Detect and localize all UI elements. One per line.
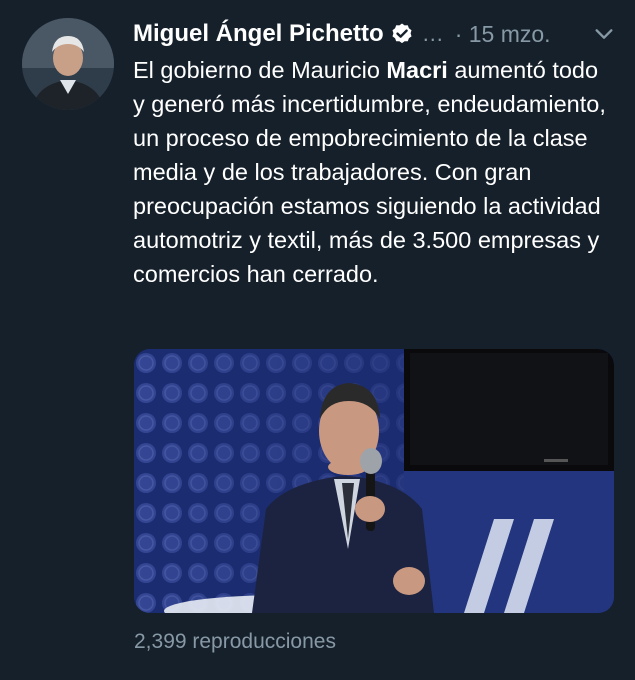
tweet-header: Miguel Ángel Pichetto … · 15 mzo. bbox=[133, 16, 615, 52]
tweet-text-part-2: aumentó todo y generó más incertidumbre,… bbox=[133, 57, 606, 287]
avatar-photo bbox=[22, 18, 114, 110]
tweet-date[interactable]: · 15 mzo. bbox=[455, 21, 551, 48]
more-glyph: … bbox=[421, 21, 445, 46]
chevron-down-icon[interactable] bbox=[593, 23, 615, 45]
tweet-text-bold: Macri bbox=[386, 57, 448, 83]
tweet-text-part-1: El gobierno de Mauricio bbox=[133, 57, 387, 83]
author-name[interactable]: Miguel Ángel Pichetto bbox=[133, 20, 384, 48]
video-media[interactable] bbox=[134, 349, 614, 613]
verified-badge-icon bbox=[392, 23, 412, 44]
author-avatar[interactable] bbox=[22, 18, 114, 110]
tweet-text: El gobierno de Mauricio Macri aumentó to… bbox=[133, 53, 613, 291]
video-frame bbox=[134, 349, 614, 613]
view-count: 2,399 reproducciones bbox=[134, 630, 336, 653]
